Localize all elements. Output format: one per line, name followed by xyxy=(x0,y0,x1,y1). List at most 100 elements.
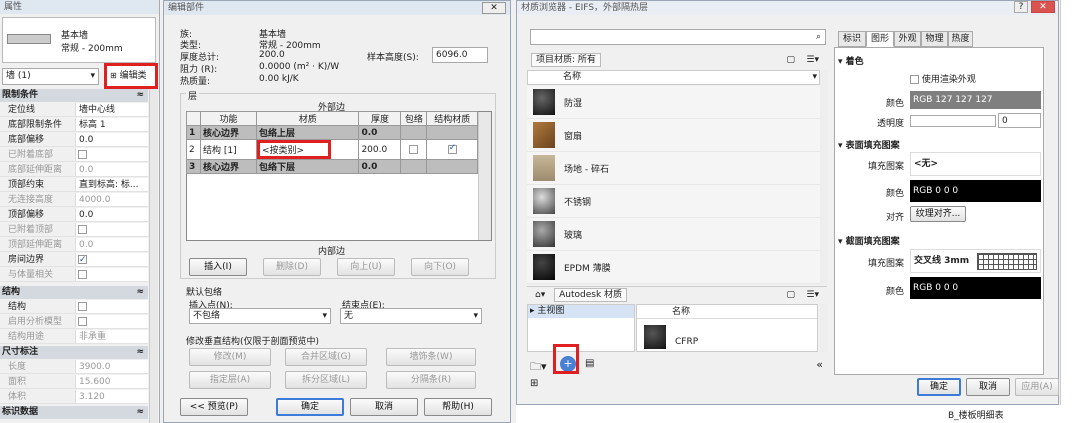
property-checkbox[interactable] xyxy=(78,253,87,267)
property-checkbox[interactable] xyxy=(78,225,87,234)
cut-fill-pattern[interactable]: 交叉线 3mm xyxy=(910,249,1041,273)
material-list-item[interactable]: 窗扇 xyxy=(527,119,827,152)
property-value[interactable]: 0.0 xyxy=(75,238,148,251)
project-list-scrollbar[interactable] xyxy=(820,70,828,284)
library-header[interactable]: ⌂▾ Autodesk 材质 ▢ ☰▾ xyxy=(527,286,827,303)
reveals-button[interactable]: 分隔条(R) xyxy=(386,371,476,389)
material-search-input[interactable]: ⌕ xyxy=(530,29,826,45)
section-constraints[interactable]: 限制条件 ≈ xyxy=(0,89,148,102)
property-row[interactable]: 顶部偏移 0.0 xyxy=(0,208,148,222)
modify-button[interactable]: 修改(M) xyxy=(189,348,271,366)
tab-1[interactable]: 图形 xyxy=(866,31,894,47)
cancel-button[interactable]: 取消 xyxy=(350,398,418,416)
split-region-button[interactable]: 拆分区域(L) xyxy=(285,371,367,389)
layout-icon[interactable]: ▢ xyxy=(786,52,795,68)
property-row[interactable]: 长度 3900.0 xyxy=(0,360,148,374)
ok-button[interactable]: 确定 xyxy=(276,398,344,416)
property-checkbox[interactable] xyxy=(78,302,87,311)
property-value[interactable]: 0.0 xyxy=(75,163,148,176)
merge-regions-button[interactable]: 合并区域(G) xyxy=(285,348,367,366)
property-value[interactable]: 墙中心线 xyxy=(75,103,148,116)
transparency-input[interactable]: 0 xyxy=(998,113,1041,128)
cut-pattern-section[interactable]: ▾ 截面填充图案 xyxy=(838,234,1043,247)
instance-selector[interactable]: 墙 (1) ▾ xyxy=(2,68,99,85)
material-editor-icon[interactable]: ▤ xyxy=(585,358,594,369)
material-apply-button[interactable]: 应用(A) xyxy=(1015,378,1059,396)
property-row[interactable]: 顶部延伸距离 0.0 xyxy=(0,238,148,252)
material-cell-value[interactable]: <按类别> xyxy=(257,140,332,159)
shading-section[interactable]: ▾ 着色 xyxy=(838,54,1043,67)
surface-pattern-section[interactable]: ▾ 表面填充图案 xyxy=(838,138,1043,151)
property-row[interactable]: 启用分析模型 xyxy=(0,315,148,329)
shading-color-swatch[interactable]: RGB 127 127 127 xyxy=(910,91,1041,109)
property-value[interactable]: 0.0 xyxy=(75,133,148,146)
close-button[interactable]: ✕ xyxy=(482,2,506,14)
property-value[interactable]: 3900.0 xyxy=(75,360,148,373)
property-checkbox[interactable] xyxy=(78,270,87,279)
property-value[interactable]: 4000.0 xyxy=(75,193,148,206)
property-row[interactable]: 已附着底部 xyxy=(0,148,148,162)
table-scrollbar[interactable] xyxy=(478,112,491,240)
use-render-checkbox[interactable] xyxy=(910,75,919,84)
section-dimensions[interactable]: 尺寸标注 ≈ xyxy=(0,346,148,359)
preview-button[interactable]: << 预览(P) xyxy=(180,398,248,416)
sample-height-input[interactable]: 6096.0 xyxy=(432,47,488,63)
section-identity[interactable]: 标识数据 ≈ xyxy=(0,406,148,419)
row-material[interactable]: <按类别> xyxy=(256,139,360,160)
delete-button[interactable]: 删除(D) xyxy=(263,258,321,276)
sweeps-button[interactable]: 墙饰条(W) xyxy=(386,348,476,366)
property-value[interactable]: 非承重 xyxy=(75,330,148,343)
material-list-item[interactable]: 不锈钢 xyxy=(527,185,827,218)
list-view-icon[interactable]: ☰▾ xyxy=(806,287,819,304)
insert-point-select[interactable]: 不包络 ▾ xyxy=(189,308,331,324)
property-row[interactable]: 无连接高度 4000.0 xyxy=(0,193,148,207)
type-preview[interactable]: 基本墙 常规 - 200mm xyxy=(2,17,156,63)
use-render-appearance[interactable]: 使用渲染外观 xyxy=(910,72,976,85)
surface-color-swatch[interactable]: RGB 0 0 0 xyxy=(910,180,1041,202)
property-row[interactable]: 定位线 墙中心线 xyxy=(0,103,148,117)
cut-color-swatch[interactable]: RGB 0 0 0 xyxy=(910,277,1041,299)
property-row[interactable]: 已附着顶部 xyxy=(0,223,148,237)
property-checkbox[interactable] xyxy=(78,317,87,326)
properties-scrollbar[interactable] xyxy=(149,89,158,423)
library-item-cfrp[interactable]: CFRP xyxy=(639,323,815,351)
row-wraps[interactable] xyxy=(400,139,428,160)
close-button[interactable]: ✕ xyxy=(1031,1,1055,13)
property-row[interactable]: 体积 3.120 xyxy=(0,390,148,404)
property-value[interactable]: 0.0 xyxy=(75,208,148,221)
asset-browser-icon[interactable]: ⊞ xyxy=(530,378,538,389)
insert-button[interactable]: 插入(I) xyxy=(189,258,247,276)
material-list-item[interactable]: 玻璃 xyxy=(527,218,827,251)
library-path[interactable]: Autodesk 材质 xyxy=(554,288,628,302)
material-list-item[interactable]: 场地 - 碎石 xyxy=(527,152,827,185)
property-row[interactable]: 结构 xyxy=(0,300,148,314)
tab-3[interactable]: 物理 xyxy=(921,31,948,47)
edit-type-button[interactable]: ⊞ 编辑类型 xyxy=(104,63,158,101)
material-cancel-button[interactable]: 取消 xyxy=(966,378,1010,396)
move-up-button[interactable]: 向上(U) xyxy=(337,258,395,276)
table-row[interactable]: 2 结构 [1] <按类别> 200.0 xyxy=(186,139,478,160)
tab-2[interactable]: 外观 xyxy=(894,31,921,47)
row-structural[interactable] xyxy=(426,139,478,160)
texture-align-button[interactable]: 纹理对齐... xyxy=(910,206,966,222)
help-button[interactable]: ? xyxy=(1014,1,1028,13)
list-view-icon[interactable]: ☰▾ xyxy=(806,52,819,68)
material-ok-button[interactable]: 确定 xyxy=(917,378,961,396)
folder-icon[interactable]: 🗀▾ xyxy=(530,358,547,377)
wraps-checkbox[interactable] xyxy=(409,144,419,154)
row-function[interactable]: 结构 [1] xyxy=(199,139,258,160)
structural-checkbox[interactable] xyxy=(447,143,457,154)
material-list-item[interactable]: EPDM 薄膜 xyxy=(527,251,827,284)
assign-layers-button[interactable]: 指定层(A) xyxy=(189,371,271,389)
surface-fill-pattern[interactable]: <无> xyxy=(910,152,1041,176)
move-down-button[interactable]: 向下(O) xyxy=(411,258,469,276)
collapse-panel-icon[interactable]: « xyxy=(816,358,823,371)
property-row[interactable]: 结构用途 非承重 xyxy=(0,330,148,344)
project-list-header[interactable]: 名称 ▾ xyxy=(527,70,820,85)
tree-item-floor-schedule[interactable]: B_楼板明细表 xyxy=(948,408,1004,421)
property-checkbox[interactable] xyxy=(78,150,87,159)
property-value[interactable]: 15.600 xyxy=(75,375,148,388)
property-row[interactable]: 与体量相关 xyxy=(0,268,148,282)
layout-icon[interactable]: ▢ xyxy=(786,287,795,304)
table-row[interactable]: 3 核心边界 包络下层 0.0 xyxy=(186,159,478,174)
